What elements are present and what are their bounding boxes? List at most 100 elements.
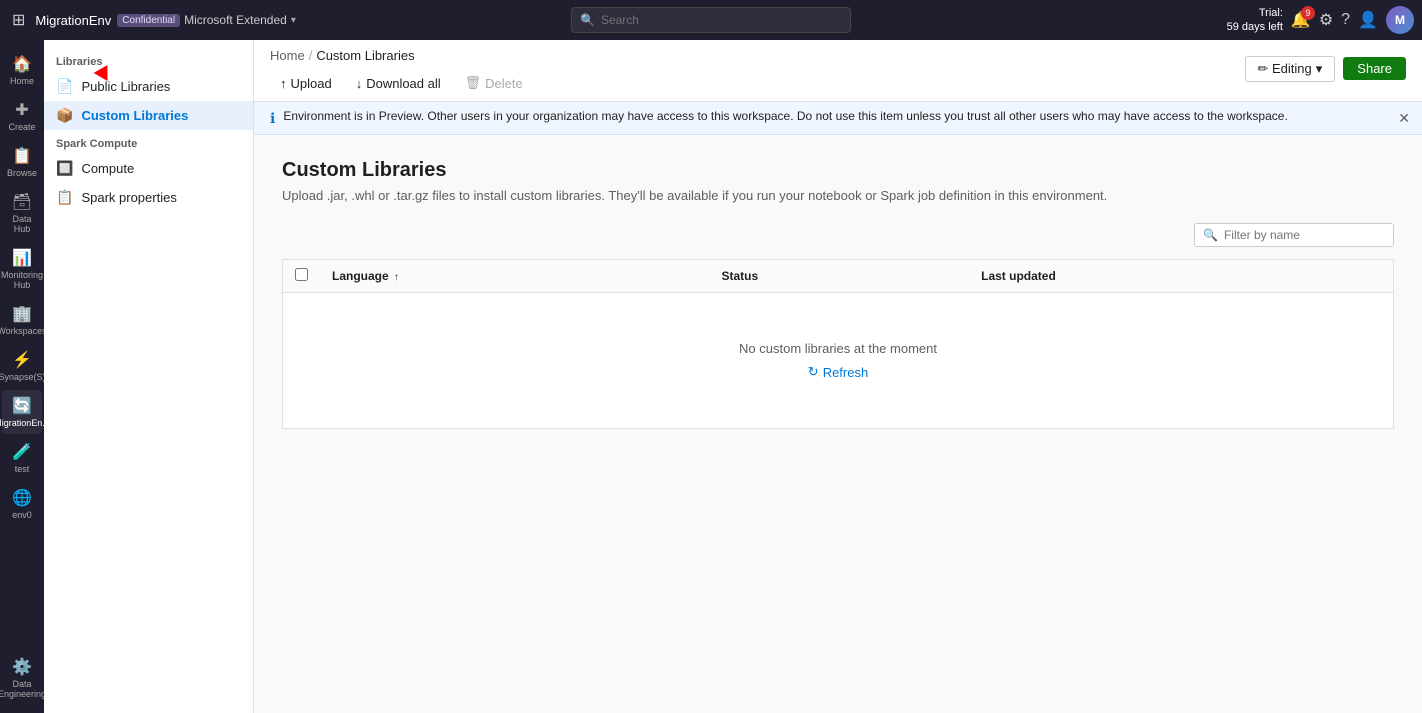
toolbar: ↑ Upload ↓ Download all 🗑 Delete bbox=[270, 67, 533, 101]
sidebar-section-compute: Spark Compute bbox=[44, 130, 253, 154]
filter-bar: 🔍 bbox=[282, 223, 1394, 247]
nav-item-datahub-label: Data Hub bbox=[6, 214, 38, 234]
sidebar-item-compute-label: Compute bbox=[81, 161, 134, 176]
download-all-button[interactable]: ↓ Download all bbox=[346, 72, 451, 95]
waffle-icon[interactable]: ⊞ bbox=[8, 6, 29, 34]
nav-item-home[interactable]: 🏠 Home bbox=[2, 48, 42, 92]
editing-button[interactable]: ✏ Editing ▾ bbox=[1245, 56, 1336, 82]
status-column-header: Status bbox=[709, 260, 969, 293]
sidebar-item-public-libraries[interactable]: 📄 Public Libraries bbox=[44, 72, 253, 101]
nav-item-monitoring-label: Monitoring Hub bbox=[1, 270, 43, 290]
download-label: Download all bbox=[366, 76, 440, 91]
language-sort-icon: ↑ bbox=[394, 272, 399, 283]
empty-state: No custom libraries at the moment ↻ Refr… bbox=[295, 301, 1381, 420]
nav-item-create[interactable]: ✚ Create bbox=[2, 94, 42, 138]
sidebar-item-custom-label: Custom Libraries bbox=[81, 108, 188, 123]
sidebar-item-custom-libraries[interactable]: 📦 Custom Libraries bbox=[44, 101, 253, 130]
nav-item-env0-label: env0 bbox=[12, 510, 32, 520]
app-name: MigrationEnv bbox=[35, 13, 111, 28]
nav-item-de-label: Data Engineering bbox=[0, 679, 46, 699]
sidebar-item-compute[interactable]: 🔲 Compute bbox=[44, 154, 253, 183]
last-updated-column-header: Last updated bbox=[969, 260, 1393, 293]
env-extended-label: Microsoft Extended bbox=[184, 13, 287, 27]
left-nav: 🏠 Home ✚ Create 📋 Browse 🗃 Data Hub 📊 Mo… bbox=[0, 40, 44, 713]
search-bar[interactable]: 🔍 bbox=[571, 7, 851, 33]
nav-item-synapse-label: Synapse(S) bbox=[0, 372, 46, 382]
sidebar-item-spark-properties[interactable]: 📋 Spark properties bbox=[44, 183, 253, 212]
monitoring-icon: 📊 bbox=[12, 248, 32, 268]
test-icon: 🧪 bbox=[12, 442, 32, 462]
select-all-header bbox=[283, 260, 321, 293]
nav-item-workspaces[interactable]: 🏢 Workspaces bbox=[2, 298, 42, 342]
breadcrumb: Home / Custom Libraries bbox=[270, 40, 533, 67]
nav-item-test[interactable]: 🧪 test bbox=[2, 436, 42, 480]
refresh-icon: ↻ bbox=[808, 364, 819, 380]
delete-icon: 🗑 bbox=[465, 75, 482, 91]
action-bar: Home / Custom Libraries ↑ Upload ↓ Downl… bbox=[254, 40, 1422, 102]
data-engineering-icon: ⚙️ bbox=[12, 657, 32, 677]
banner-info-icon: ℹ bbox=[270, 110, 275, 127]
search-icon: 🔍 bbox=[580, 13, 595, 27]
filter-search-icon: 🔍 bbox=[1203, 228, 1218, 242]
sidebar-item-public-label: Public Libraries bbox=[81, 79, 170, 94]
delete-button[interactable]: 🗑 Delete bbox=[455, 71, 533, 95]
settings-icon[interactable]: ⚙ bbox=[1319, 10, 1333, 30]
compute-icon: 🔲 bbox=[56, 160, 73, 177]
refresh-button[interactable]: ↻ Refresh bbox=[808, 364, 868, 380]
datahub-icon: 🗃 bbox=[12, 192, 32, 212]
nav-item-workspaces-label: Workspaces bbox=[0, 326, 47, 336]
select-all-checkbox[interactable] bbox=[295, 268, 308, 281]
app-layout: 🏠 Home ✚ Create 📋 Browse 🗃 Data Hub 📊 Mo… bbox=[0, 40, 1422, 713]
env-selector[interactable]: Confidential Microsoft Extended ▾ bbox=[117, 13, 296, 27]
editing-label: ✏ Editing bbox=[1258, 61, 1312, 77]
user-menu-icon[interactable]: 👤 bbox=[1358, 10, 1378, 30]
page-title: Custom Libraries bbox=[282, 159, 1394, 182]
banner-close-button[interactable]: ✕ bbox=[1398, 110, 1410, 127]
search-input[interactable] bbox=[601, 13, 842, 27]
empty-state-text: No custom libraries at the moment bbox=[295, 341, 1381, 356]
delete-label: Delete bbox=[485, 76, 523, 91]
main-content: Home / Custom Libraries ↑ Upload ↓ Downl… bbox=[254, 40, 1422, 713]
download-icon: ↓ bbox=[356, 76, 363, 91]
browse-icon: 📋 bbox=[12, 146, 32, 166]
nav-item-synapse[interactable]: ⚡ Synapse(S) bbox=[2, 344, 42, 388]
nav-item-data-engineering[interactable]: ⚙️ Data Engineering bbox=[2, 651, 42, 705]
nav-item-migration[interactable]: 🔄 MigrationEn... bbox=[2, 390, 42, 434]
notifications-icon[interactable]: 🔔 9 bbox=[1291, 10, 1311, 30]
env-badge: Confidential bbox=[117, 14, 180, 27]
notification-badge: 9 bbox=[1301, 6, 1315, 20]
libraries-table: Language ↑ Status Last updated No custom… bbox=[282, 259, 1394, 429]
banner-text: Environment is in Preview. Other users i… bbox=[283, 109, 1287, 123]
nav-item-test-label: test bbox=[15, 464, 30, 474]
nav-item-monitoring[interactable]: 📊 Monitoring Hub bbox=[2, 242, 42, 296]
env-chevron-icon: ▾ bbox=[291, 15, 296, 26]
custom-libraries-icon: 📦 bbox=[56, 107, 73, 124]
env0-icon: 🌐 bbox=[12, 488, 32, 508]
filter-input-wrapper[interactable]: 🔍 bbox=[1194, 223, 1394, 247]
editing-chevron-icon: ▾ bbox=[1316, 61, 1323, 77]
nav-item-browse-label: Browse bbox=[7, 168, 37, 178]
upload-icon: ↑ bbox=[280, 76, 287, 91]
home-icon: 🏠 bbox=[12, 54, 32, 74]
trial-info: Trial: 59 days left bbox=[1227, 6, 1283, 35]
help-icon[interactable]: ? bbox=[1341, 11, 1350, 29]
filter-input[interactable] bbox=[1224, 228, 1385, 242]
nav-item-datahub[interactable]: 🗃 Data Hub bbox=[2, 186, 42, 240]
sidebar-section-libraries: Libraries bbox=[44, 48, 253, 72]
sidebar: Libraries 📄 Public Libraries 📦 Custom Li… bbox=[44, 40, 254, 713]
upload-button[interactable]: ↑ Upload bbox=[270, 72, 342, 95]
nav-item-migration-label: MigrationEn... bbox=[0, 418, 50, 428]
refresh-label: Refresh bbox=[823, 365, 869, 380]
avatar[interactable]: M bbox=[1386, 6, 1414, 34]
topbar: ⊞ MigrationEnv Confidential Microsoft Ex… bbox=[0, 0, 1422, 40]
share-button[interactable]: Share bbox=[1343, 57, 1406, 80]
workspaces-icon: 🏢 bbox=[12, 304, 32, 324]
nav-item-env0[interactable]: 🌐 env0 bbox=[2, 482, 42, 526]
content-area: Custom Libraries Upload .jar, .whl or .t… bbox=[254, 135, 1422, 713]
language-column-header[interactable]: Language ↑ bbox=[320, 260, 709, 293]
sidebar-item-spark-label: Spark properties bbox=[81, 190, 176, 205]
breadcrumb-home[interactable]: Home bbox=[270, 48, 305, 63]
preview-banner: ℹ Environment is in Preview. Other users… bbox=[254, 102, 1422, 135]
breadcrumb-current: Custom Libraries bbox=[316, 48, 414, 63]
nav-item-browse[interactable]: 📋 Browse bbox=[2, 140, 42, 184]
